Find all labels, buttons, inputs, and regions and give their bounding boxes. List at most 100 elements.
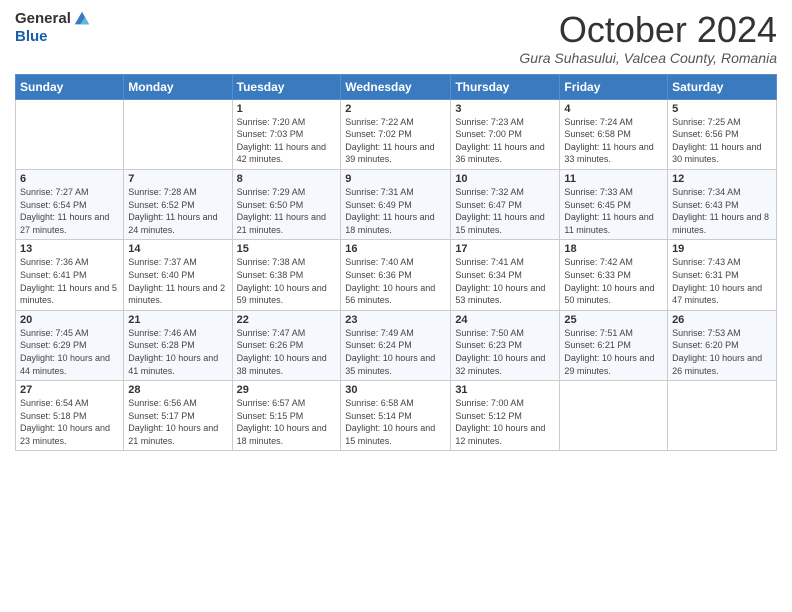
day-info: Sunrise: 6:54 AMSunset: 5:18 PMDaylight:… (20, 397, 119, 447)
day-number: 24 (455, 314, 555, 326)
day-number: 17 (455, 243, 555, 255)
day-number: 14 (128, 243, 227, 255)
day-info: Sunrise: 7:42 AMSunset: 6:33 PMDaylight:… (564, 256, 663, 306)
day-info: Sunrise: 7:37 AMSunset: 6:40 PMDaylight:… (128, 256, 227, 306)
day-info: Sunrise: 6:58 AMSunset: 5:14 PMDaylight:… (345, 397, 446, 447)
day-number: 12 (672, 173, 772, 185)
table-row: 29Sunrise: 6:57 AMSunset: 5:15 PMDayligh… (232, 381, 341, 451)
table-row: 24Sunrise: 7:50 AMSunset: 6:23 PMDayligh… (451, 310, 560, 380)
table-row: 15Sunrise: 7:38 AMSunset: 6:38 PMDayligh… (232, 240, 341, 310)
table-row: 10Sunrise: 7:32 AMSunset: 6:47 PMDayligh… (451, 169, 560, 239)
day-info: Sunrise: 7:33 AMSunset: 6:45 PMDaylight:… (564, 186, 663, 236)
day-info: Sunrise: 6:56 AMSunset: 5:17 PMDaylight:… (128, 397, 227, 447)
day-info: Sunrise: 7:51 AMSunset: 6:21 PMDaylight:… (564, 327, 663, 377)
day-number: 8 (237, 173, 337, 185)
day-info: Sunrise: 7:23 AMSunset: 7:00 PMDaylight:… (455, 116, 555, 166)
day-number: 4 (564, 103, 663, 115)
table-row (560, 381, 668, 451)
day-number: 3 (455, 103, 555, 115)
day-number: 21 (128, 314, 227, 326)
table-row: 17Sunrise: 7:41 AMSunset: 6:34 PMDayligh… (451, 240, 560, 310)
day-info: Sunrise: 7:36 AMSunset: 6:41 PMDaylight:… (20, 256, 119, 306)
table-row: 26Sunrise: 7:53 AMSunset: 6:20 PMDayligh… (668, 310, 777, 380)
table-row: 9Sunrise: 7:31 AMSunset: 6:49 PMDaylight… (341, 169, 451, 239)
day-info: Sunrise: 7:43 AMSunset: 6:31 PMDaylight:… (672, 256, 772, 306)
day-number: 25 (564, 314, 663, 326)
day-info: Sunrise: 7:32 AMSunset: 6:47 PMDaylight:… (455, 186, 555, 236)
location-title: Gura Suhasului, Valcea County, Romania (519, 50, 777, 66)
calendar-week-0: 1Sunrise: 7:20 AMSunset: 7:03 PMDaylight… (16, 99, 777, 169)
header: General Blue October 2024 Gura Suhasului… (15, 10, 777, 66)
table-row: 5Sunrise: 7:25 AMSunset: 6:56 PMDaylight… (668, 99, 777, 169)
table-row: 3Sunrise: 7:23 AMSunset: 7:00 PMDaylight… (451, 99, 560, 169)
table-row: 11Sunrise: 7:33 AMSunset: 6:45 PMDayligh… (560, 169, 668, 239)
logo-blue-text: Blue (15, 28, 91, 46)
day-info: Sunrise: 7:53 AMSunset: 6:20 PMDaylight:… (672, 327, 772, 377)
calendar-week-3: 20Sunrise: 7:45 AMSunset: 6:29 PMDayligh… (16, 310, 777, 380)
day-number: 26 (672, 314, 772, 326)
day-info: Sunrise: 7:46 AMSunset: 6:28 PMDaylight:… (128, 327, 227, 377)
logo-icon (73, 10, 91, 28)
table-row: 20Sunrise: 7:45 AMSunset: 6:29 PMDayligh… (16, 310, 124, 380)
day-number: 1 (237, 103, 337, 115)
col-monday: Monday (124, 74, 232, 99)
table-row: 22Sunrise: 7:47 AMSunset: 6:26 PMDayligh… (232, 310, 341, 380)
day-info: Sunrise: 7:47 AMSunset: 6:26 PMDaylight:… (237, 327, 337, 377)
day-info: Sunrise: 7:45 AMSunset: 6:29 PMDaylight:… (20, 327, 119, 377)
table-row: 6Sunrise: 7:27 AMSunset: 6:54 PMDaylight… (16, 169, 124, 239)
day-number: 22 (237, 314, 337, 326)
day-number: 7 (128, 173, 227, 185)
day-info: Sunrise: 7:29 AMSunset: 6:50 PMDaylight:… (237, 186, 337, 236)
table-row: 18Sunrise: 7:42 AMSunset: 6:33 PMDayligh… (560, 240, 668, 310)
day-info: Sunrise: 7:50 AMSunset: 6:23 PMDaylight:… (455, 327, 555, 377)
table-row: 13Sunrise: 7:36 AMSunset: 6:41 PMDayligh… (16, 240, 124, 310)
day-info: Sunrise: 7:40 AMSunset: 6:36 PMDaylight:… (345, 256, 446, 306)
table-row: 4Sunrise: 7:24 AMSunset: 6:58 PMDaylight… (560, 99, 668, 169)
col-thursday: Thursday (451, 74, 560, 99)
table-row: 19Sunrise: 7:43 AMSunset: 6:31 PMDayligh… (668, 240, 777, 310)
table-row: 21Sunrise: 7:46 AMSunset: 6:28 PMDayligh… (124, 310, 232, 380)
day-number: 30 (345, 384, 446, 396)
day-number: 28 (128, 384, 227, 396)
table-row: 23Sunrise: 7:49 AMSunset: 6:24 PMDayligh… (341, 310, 451, 380)
calendar: Sunday Monday Tuesday Wednesday Thursday… (15, 74, 777, 452)
page: General Blue October 2024 Gura Suhasului… (0, 0, 792, 612)
day-number: 9 (345, 173, 446, 185)
day-number: 13 (20, 243, 119, 255)
day-number: 2 (345, 103, 446, 115)
col-tuesday: Tuesday (232, 74, 341, 99)
day-info: Sunrise: 7:31 AMSunset: 6:49 PMDaylight:… (345, 186, 446, 236)
day-number: 23 (345, 314, 446, 326)
day-number: 16 (345, 243, 446, 255)
table-row: 12Sunrise: 7:34 AMSunset: 6:43 PMDayligh… (668, 169, 777, 239)
table-row: 1Sunrise: 7:20 AMSunset: 7:03 PMDaylight… (232, 99, 341, 169)
calendar-header-row: Sunday Monday Tuesday Wednesday Thursday… (16, 74, 777, 99)
col-wednesday: Wednesday (341, 74, 451, 99)
table-row: 14Sunrise: 7:37 AMSunset: 6:40 PMDayligh… (124, 240, 232, 310)
day-info: Sunrise: 7:38 AMSunset: 6:38 PMDaylight:… (237, 256, 337, 306)
day-info: Sunrise: 7:41 AMSunset: 6:34 PMDaylight:… (455, 256, 555, 306)
day-number: 31 (455, 384, 555, 396)
table-row: 31Sunrise: 7:00 AMSunset: 5:12 PMDayligh… (451, 381, 560, 451)
table-row: 2Sunrise: 7:22 AMSunset: 7:02 PMDaylight… (341, 99, 451, 169)
title-block: October 2024 Gura Suhasului, Valcea Coun… (519, 10, 777, 66)
table-row (668, 381, 777, 451)
logo-general-text: General (15, 10, 71, 28)
calendar-week-4: 27Sunrise: 6:54 AMSunset: 5:18 PMDayligh… (16, 381, 777, 451)
day-number: 27 (20, 384, 119, 396)
day-info: Sunrise: 7:24 AMSunset: 6:58 PMDaylight:… (564, 116, 663, 166)
table-row: 16Sunrise: 7:40 AMSunset: 6:36 PMDayligh… (341, 240, 451, 310)
table-row: 28Sunrise: 6:56 AMSunset: 5:17 PMDayligh… (124, 381, 232, 451)
day-info: Sunrise: 7:25 AMSunset: 6:56 PMDaylight:… (672, 116, 772, 166)
day-number: 29 (237, 384, 337, 396)
day-info: Sunrise: 7:00 AMSunset: 5:12 PMDaylight:… (455, 397, 555, 447)
calendar-week-2: 13Sunrise: 7:36 AMSunset: 6:41 PMDayligh… (16, 240, 777, 310)
day-number: 15 (237, 243, 337, 255)
day-info: Sunrise: 6:57 AMSunset: 5:15 PMDaylight:… (237, 397, 337, 447)
table-row: 25Sunrise: 7:51 AMSunset: 6:21 PMDayligh… (560, 310, 668, 380)
day-info: Sunrise: 7:28 AMSunset: 6:52 PMDaylight:… (128, 186, 227, 236)
day-info: Sunrise: 7:27 AMSunset: 6:54 PMDaylight:… (20, 186, 119, 236)
day-number: 20 (20, 314, 119, 326)
table-row (124, 99, 232, 169)
table-row (16, 99, 124, 169)
